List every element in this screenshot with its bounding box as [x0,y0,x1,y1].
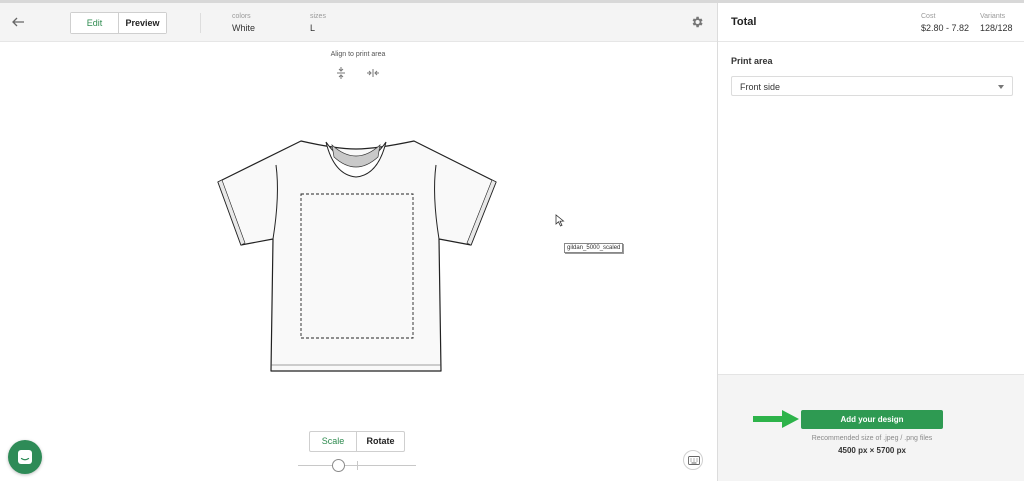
tab-edit[interactable]: Edit [71,13,119,33]
sizes-label: sizes [310,13,326,20]
variants-label: Variants [980,13,1006,20]
print-area-label: Print area [731,56,773,66]
editor-area: Edit Preview colors White sizes L Align … [0,3,717,481]
order-summary-panel: Total Cost $2.80 - 7.82 Variants 128/128… [717,3,1024,481]
tab-preview[interactable]: Preview [119,13,166,33]
align-horizontal-center-icon[interactable] [366,66,380,80]
align-vertical-center-icon[interactable] [334,66,348,80]
gear-icon[interactable] [690,15,704,29]
recommended-size-text: 4500 px × 5700 px [838,446,906,455]
divider [200,13,201,33]
chat-button[interactable] [8,440,42,474]
print-area-value: Front side [740,82,781,92]
tshirt-mockup[interactable] [216,135,499,377]
sizes-value[interactable]: L [310,23,315,33]
recommended-files-text: Recommended size of .jpeg / .png files [811,435,933,442]
variants-value: 128/128 [980,23,1013,33]
chat-icon [18,450,32,464]
scale-rotate-toggle: Scale Rotate [309,431,405,452]
caret-down-icon [998,85,1004,89]
print-area-select[interactable]: Front side [731,76,1013,96]
keyboard-shortcuts-button[interactable] [683,450,703,470]
tab-scale[interactable]: Scale [310,432,357,451]
keyboard-icon [688,456,700,465]
colors-value[interactable]: White [232,23,255,33]
edit-preview-toggle: Edit Preview [70,12,167,34]
mouse-cursor-icon [555,214,565,227]
cost-label: Cost [921,13,936,20]
tab-rotate[interactable]: Rotate [357,432,404,451]
file-name-tooltip: gildan_5000_scaled [564,243,624,253]
align-to-print-area-label: Align to print area [330,51,386,58]
panel-title: Total [731,16,757,28]
panel-header: Total Cost $2.80 - 7.82 Variants 128/128 [718,3,1024,42]
editor-toolbar: Edit Preview colors White sizes L [0,3,717,42]
scale-slider-center-tick [357,461,358,470]
colors-label: colors [232,13,251,20]
add-design-button[interactable]: Add your design [801,410,943,429]
back-arrow-icon[interactable] [8,12,28,32]
scale-slider-thumb[interactable] [332,459,346,472]
cost-value: $2.80 - 7.82 [921,23,970,33]
arrow-right-icon [753,410,799,428]
